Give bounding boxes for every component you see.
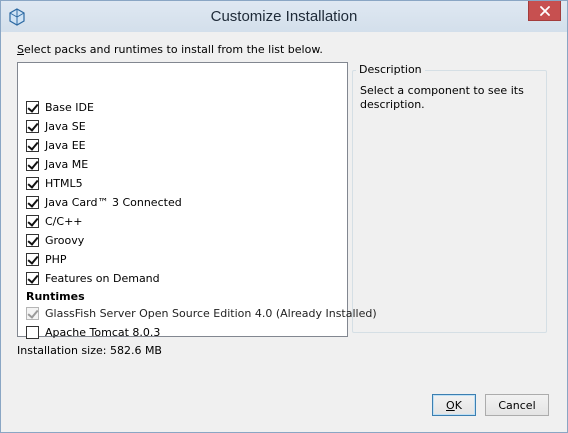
item-label: Java SE: [45, 119, 86, 133]
checkbox[interactable]: [26, 157, 39, 171]
customize-installation-dialog: Customize Installation Select packs and …: [0, 0, 568, 433]
runtimes-header: Runtimes: [26, 290, 85, 303]
checkbox[interactable]: [26, 176, 39, 190]
item-label: Java ME: [45, 157, 89, 171]
list-item-java-me[interactable]: Java ME: [26, 155, 88, 173]
list-item-java-card[interactable]: Java Card™ 3 Connected: [26, 193, 182, 211]
item-label: HTML5: [45, 176, 83, 190]
checkbox: [26, 306, 39, 320]
checkbox[interactable]: [26, 325, 39, 339]
checkbox[interactable]: [26, 138, 39, 152]
instruction-text: Select packs and runtimes to install fro…: [17, 43, 323, 56]
list-item-apache-tomcat[interactable]: Apache Tomcat 8.0.3: [26, 323, 160, 341]
window-title: Customize Installation: [210, 8, 358, 25]
ok-button[interactable]: OK: [432, 394, 476, 416]
checkbox[interactable]: [26, 271, 39, 285]
close-button[interactable]: [528, 1, 561, 21]
item-label: Base IDE: [45, 100, 94, 114]
checkbox[interactable]: [26, 100, 39, 114]
list-item-java-se[interactable]: Java SE: [26, 117, 86, 135]
item-label: C/C++: [45, 214, 83, 228]
item-label: GlassFish Server Open Source Edition 4.0…: [45, 306, 377, 320]
item-label: Features on Demand: [45, 271, 160, 285]
dialog-content: Select packs and runtimes to install fro…: [8, 32, 560, 426]
list-item-base-ide[interactable]: Base IDE: [26, 98, 94, 116]
list-item-php[interactable]: PHP: [26, 250, 67, 268]
item-label: PHP: [45, 252, 67, 266]
list-item-features-on-demand[interactable]: Features on Demand: [26, 269, 160, 287]
checkbox[interactable]: [26, 119, 39, 133]
title-bar: Customize Installation: [1, 1, 567, 32]
item-label: Apache Tomcat 8.0.3: [45, 325, 161, 339]
list-item-c-cpp[interactable]: C/C++: [26, 212, 83, 230]
description-legend: Description: [356, 63, 425, 76]
list-item-groovy[interactable]: Groovy: [26, 231, 84, 249]
checkbox[interactable]: [26, 252, 39, 266]
cancel-button[interactable]: Cancel: [485, 394, 549, 416]
checkbox[interactable]: [26, 233, 39, 247]
list-item-glassfish: GlassFish Server Open Source Edition 4.0…: [26, 304, 377, 322]
list-item-html5[interactable]: HTML5: [26, 174, 83, 192]
item-label: Groovy: [45, 233, 85, 247]
components-list: Base IDE Java SE Java EE Java ME HTML5 J…: [17, 62, 377, 339]
installation-size: Installation size: 582.6 MB: [17, 344, 162, 357]
item-label: Java EE: [45, 138, 86, 152]
checkbox[interactable]: [26, 195, 39, 209]
description-text: Select a component to see its descriptio…: [360, 84, 524, 111]
checkbox[interactable]: [26, 214, 39, 228]
list-item-java-ee[interactable]: Java EE: [26, 136, 86, 154]
item-label: Java Card™ 3 Connected: [45, 195, 182, 209]
close-icon: [539, 5, 550, 16]
